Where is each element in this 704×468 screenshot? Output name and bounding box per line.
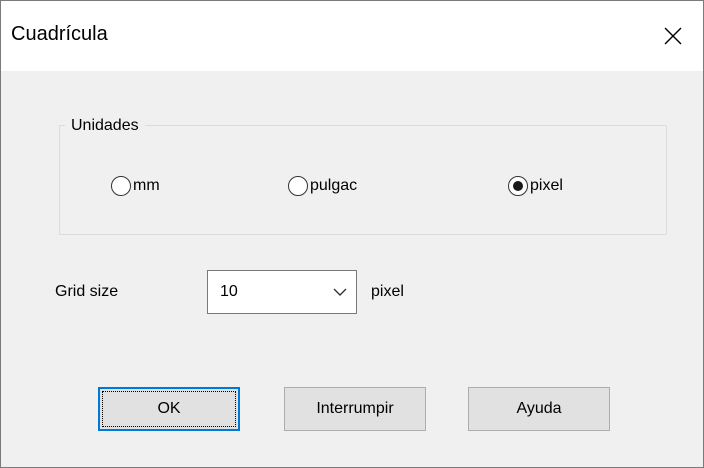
grid-size-combobox[interactable]: 10 (207, 270, 357, 314)
radio-mm[interactable]: mm (111, 174, 160, 198)
help-button-label: Ayuda (516, 400, 562, 417)
radio-mm-circle[interactable] (111, 176, 131, 196)
grid-size-value: 10 (220, 283, 238, 300)
close-button[interactable] (643, 1, 703, 71)
units-group-label: Unidades (65, 117, 145, 135)
cancel-button[interactable]: Interrumpir (284, 387, 426, 431)
chevron-down-icon[interactable] (332, 285, 348, 299)
radio-pixel[interactable]: pixel (508, 174, 563, 198)
dialog-title: Cuadrícula (11, 23, 108, 45)
grid-size-label: Grid size (55, 283, 119, 300)
ok-button[interactable]: OK (98, 387, 240, 431)
close-icon (664, 27, 682, 45)
radio-pixel-circle[interactable] (508, 176, 528, 196)
title-bar: Cuadrícula (1, 1, 703, 71)
radio-inch-circle[interactable] (288, 176, 308, 196)
ok-button-label: OK (157, 400, 181, 417)
cancel-button-label: Interrumpir (316, 400, 394, 417)
radio-pixel-label: pixel (530, 177, 563, 194)
radio-inch[interactable]: pulgac (288, 174, 357, 198)
radio-mm-label: mm (133, 177, 160, 194)
radio-inch-label: pulgac (310, 177, 358, 194)
help-button[interactable]: Ayuda (468, 387, 610, 431)
grid-size-unit: pixel (371, 283, 404, 300)
dialog-window: Cuadrícula Unidades mm pulgac pixel Grid… (0, 0, 704, 468)
